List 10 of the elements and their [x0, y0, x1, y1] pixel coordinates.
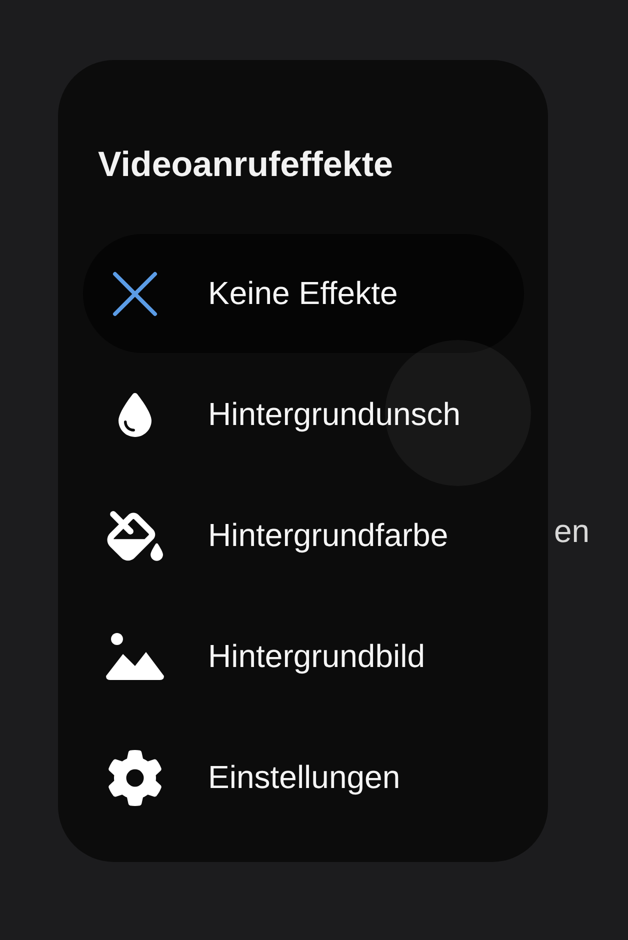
- gear-icon: [107, 750, 163, 806]
- effect-option[interactable]: Hintergrundunsch: [83, 355, 524, 474]
- panel-title: Videoanrufeffekte: [98, 144, 394, 186]
- effect-option[interactable]: Einstellungen: [83, 718, 524, 837]
- close-icon: [112, 270, 158, 316]
- background-text: en: [554, 513, 590, 550]
- effect-option[interactable]: Hintergrundbild: [83, 597, 524, 716]
- landscape-icon: [104, 632, 166, 682]
- effect-option[interactable]: Keine Effekte: [83, 234, 524, 353]
- effect-option[interactable]: Hintergrundfarbe: [83, 476, 524, 595]
